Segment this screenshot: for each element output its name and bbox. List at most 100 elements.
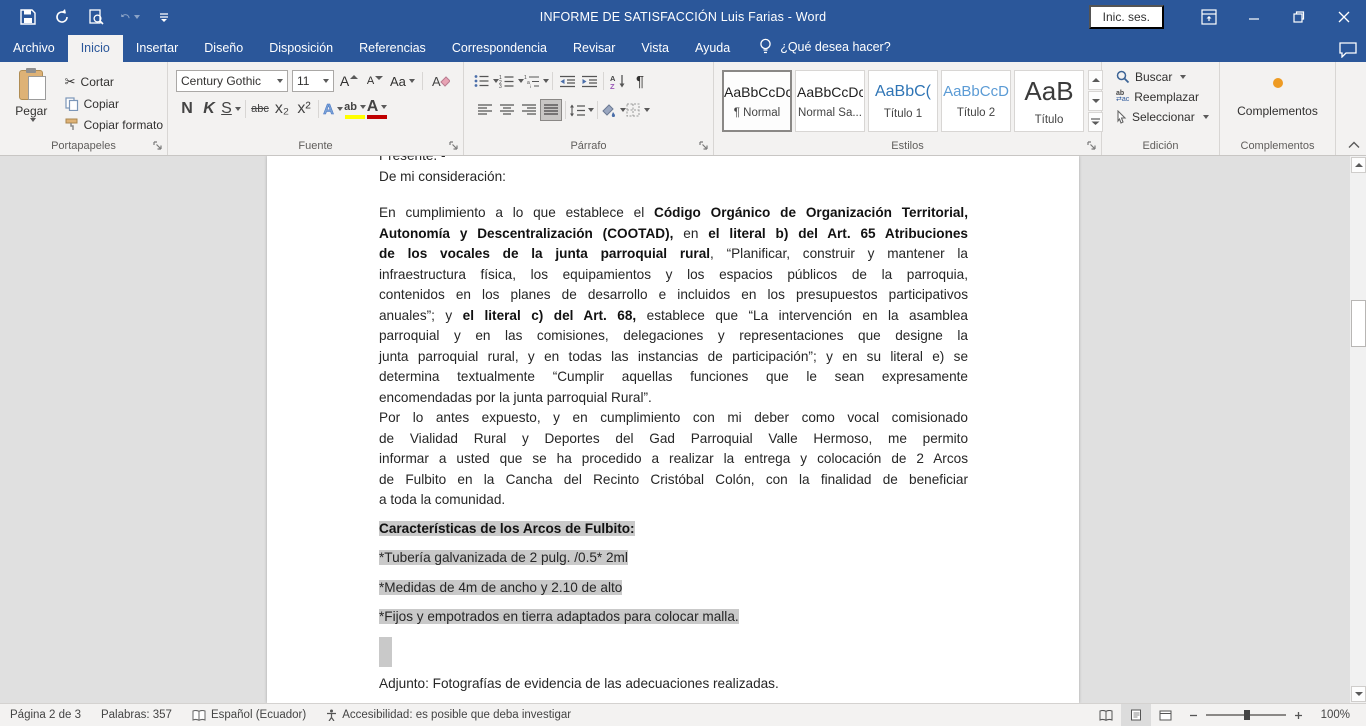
cut-button[interactable]: ✂ Cortar — [61, 72, 167, 92]
document-line[interactable]: Presente. - — [379, 156, 968, 167]
borders-button[interactable] — [626, 99, 650, 121]
styles-scroll-down-icon[interactable] — [1088, 91, 1103, 111]
line-spacing-button[interactable] — [569, 99, 594, 121]
document-selected-empty-line[interactable] — [379, 637, 392, 667]
document-line[interactable]: parroquial y en las comisiones, delegaci… — [379, 326, 968, 347]
vertical-scrollbar[interactable] — [1349, 156, 1366, 703]
print-layout-view-icon[interactable] — [1121, 704, 1151, 726]
document-line[interactable]: de los vocales de la junta parroquial ru… — [379, 244, 968, 265]
page-indicator[interactable]: Página 2 de 3 — [0, 709, 91, 721]
collapse-ribbon-icon[interactable] — [1348, 141, 1360, 149]
tab-diseno[interactable]: Diseño — [191, 35, 256, 62]
word-count[interactable]: Palabras: 357 — [91, 709, 182, 721]
highlight-button[interactable]: ab — [344, 98, 366, 120]
document-line[interactable]: contenidos en los planes de desarrollo e… — [379, 285, 968, 306]
copy-button[interactable]: Copiar — [61, 95, 167, 113]
change-case-button[interactable]: Aa — [390, 70, 415, 92]
document-line[interactable]: Características de los Arcos de Fulbito: — [379, 519, 968, 540]
shrink-font-button[interactable]: A — [364, 70, 386, 92]
replace-button[interactable]: ab⇄ac Reemplazar — [1112, 88, 1219, 106]
decrease-indent-button[interactable] — [556, 70, 578, 92]
document-line[interactable]: *Fijos y empotrados en tierra adaptados … — [379, 607, 968, 628]
tab-referencias[interactable]: Referencias — [346, 35, 439, 62]
bold-button[interactable]: N — [176, 98, 198, 120]
sort-button[interactable]: AZ — [607, 70, 629, 92]
tab-inicio[interactable]: Inicio — [68, 35, 123, 62]
font-family-combo[interactable]: Century Gothic — [176, 70, 288, 92]
font-dialog-launcher[interactable] — [449, 141, 459, 151]
tab-ayuda[interactable]: Ayuda — [682, 35, 743, 62]
font-size-combo[interactable]: 11 — [292, 70, 334, 92]
style-normal[interactable]: AaBbCcDc¶ Normal — [722, 70, 792, 132]
tab-vista[interactable]: Vista — [628, 35, 682, 62]
styles-scroll-up-icon[interactable] — [1088, 70, 1103, 90]
document-line[interactable]: *Medidas de 4m de ancho y 2.10 de alto — [379, 578, 968, 599]
document-line[interactable]: *Tubería galvanizada de 2 pulg. /0.5* 2m… — [379, 548, 968, 569]
document-line[interactable]: Autonomía y Descentralización (COOTAD), … — [379, 224, 968, 245]
grow-font-button[interactable]: A — [338, 70, 360, 92]
style-normalsa[interactable]: AaBbCcDcNormal Sa... — [795, 70, 865, 132]
select-button[interactable]: Seleccionar — [1112, 108, 1219, 126]
tab-archivo[interactable]: Archivo — [0, 35, 68, 62]
document-line[interactable]: determina textualmente “Cumplir aquellas… — [379, 367, 968, 388]
read-mode-view-icon[interactable] — [1091, 704, 1121, 726]
styles-gallery-more-icon[interactable] — [1088, 112, 1103, 132]
sign-in-button[interactable]: Inic. ses. — [1089, 5, 1164, 29]
align-center-button[interactable] — [496, 99, 518, 121]
document-line[interactable]: De mi consideración: — [379, 167, 968, 188]
format-painter-button[interactable]: Copiar formato — [61, 116, 167, 134]
document-line[interactable]: encomendadas por la junta parroquial Rur… — [379, 388, 968, 409]
document-line[interactable]: Por lo antes expuesto, y en cumplimiento… — [379, 408, 968, 429]
document-page[interactable]: Presente. -De mi consideración: En cumpli… — [267, 156, 1079, 703]
font-color-button[interactable]: A — [366, 98, 388, 120]
tell-me-box[interactable]: ¿Qué desea hacer? — [743, 32, 901, 62]
shading-button[interactable] — [601, 99, 626, 121]
document-line[interactable]: de Fulbito en la Cancha del Recinto Cris… — [379, 470, 968, 491]
addins-button[interactable]: Complementos — [1220, 66, 1335, 118]
document-line[interactable]: infraestructura física, los equipamiento… — [379, 265, 968, 286]
paragraph-dialog-launcher[interactable] — [699, 141, 709, 151]
tab-correspondencia[interactable]: Correspondencia — [439, 35, 560, 62]
scrollbar-thumb[interactable] — [1351, 300, 1366, 347]
clear-formatting-button[interactable]: A — [430, 70, 452, 92]
superscript-button[interactable]: x² — [293, 98, 315, 120]
strikethrough-button[interactable]: abc — [249, 98, 271, 120]
feedback-icon[interactable] — [1339, 42, 1358, 58]
show-marks-button[interactable]: ¶ — [629, 70, 651, 92]
close-button[interactable] — [1321, 0, 1366, 33]
restore-button[interactable] — [1276, 0, 1321, 33]
subscript-button[interactable]: x₂ — [271, 98, 293, 120]
italic-button[interactable]: K — [198, 98, 220, 120]
numbering-button[interactable]: 123 — [499, 70, 524, 92]
document-line[interactable]: Adjunto: Fotografías de evidencia de las… — [379, 674, 968, 695]
justify-button[interactable] — [540, 99, 562, 121]
zoom-slider[interactable] — [1189, 711, 1303, 720]
tab-insertar[interactable]: Insertar — [123, 35, 191, 62]
styles-dialog-launcher[interactable] — [1087, 141, 1097, 151]
multilevel-list-button[interactable]: 1ai — [524, 70, 549, 92]
document-line[interactable]: a toda la comunidad. — [379, 490, 968, 511]
increase-indent-button[interactable] — [578, 70, 600, 92]
scroll-down-icon[interactable] — [1351, 686, 1366, 702]
underline-button[interactable]: S — [220, 98, 242, 120]
clipboard-dialog-launcher[interactable] — [153, 141, 163, 151]
find-button[interactable]: Buscar — [1112, 68, 1219, 86]
tab-revisar[interactable]: Revisar — [560, 35, 628, 62]
document-line[interactable]: de Vialidad Rural y Deportes del Gad Par… — [379, 429, 968, 450]
document-line[interactable]: anuales”; y el literal c) del Art. 68, e… — [379, 306, 968, 327]
scroll-up-icon[interactable] — [1351, 157, 1366, 173]
tab-disposicion[interactable]: Disposición — [256, 35, 346, 62]
text-effects-button[interactable]: A — [322, 98, 344, 120]
style-titulo[interactable]: AaBTítulo — [1014, 70, 1084, 132]
ribbon-display-options-icon[interactable] — [1186, 0, 1231, 33]
zoom-level[interactable]: 100% — [1311, 709, 1366, 721]
minimize-button[interactable] — [1231, 0, 1276, 33]
document-line[interactable]: informar a usted que se ha procedido a r… — [379, 449, 968, 470]
language-indicator[interactable]: Español (Ecuador) — [182, 709, 316, 721]
align-left-button[interactable] — [474, 99, 496, 121]
web-layout-view-icon[interactable] — [1151, 704, 1181, 726]
align-right-button[interactable] — [518, 99, 540, 121]
style-titulo1[interactable]: AaBbC(Título 1 — [868, 70, 938, 132]
bullets-button[interactable] — [474, 70, 499, 92]
document-line[interactable]: En cumplimiento a lo que establece el Có… — [379, 203, 968, 224]
